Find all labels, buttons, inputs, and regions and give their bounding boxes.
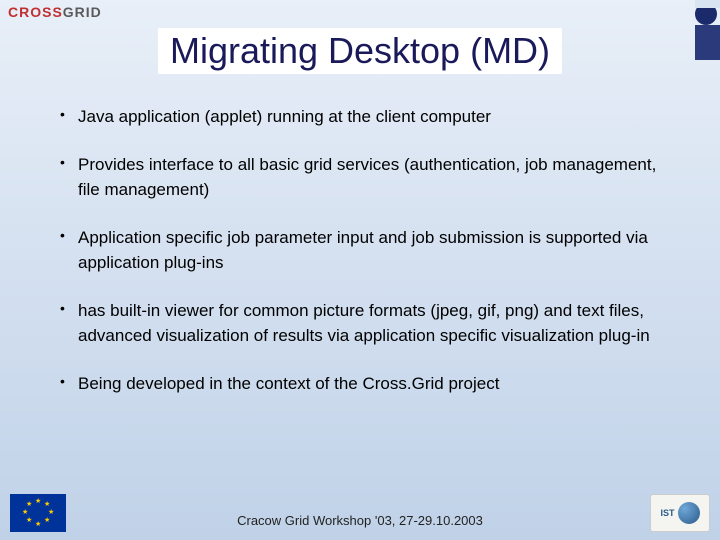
slide-title: Migrating Desktop (MD) [158, 28, 562, 74]
bullet-text: Application specific job parameter input… [78, 225, 672, 276]
bullet-dot-icon: • [60, 225, 78, 276]
logo-part1: CROSS [8, 4, 63, 20]
bullet-text: has built-in viewer for common picture f… [78, 298, 672, 349]
bullet-dot-icon: • [60, 298, 78, 349]
ist-logo: IST [650, 494, 710, 532]
logo-part2: GRID [63, 4, 102, 20]
list-item: • Java application (applet) running at t… [60, 104, 672, 130]
bullet-text: Being developed in the context of the Cr… [78, 371, 672, 397]
ist-label: IST [660, 508, 674, 518]
bullet-text: Provides interface to all basic grid ser… [78, 152, 672, 203]
corner-logo [660, 0, 720, 60]
bullet-dot-icon: • [60, 152, 78, 203]
bullet-dot-icon: • [60, 104, 78, 130]
list-item: • Provides interface to all basic grid s… [60, 152, 672, 203]
bullet-dot-icon: • [60, 371, 78, 397]
list-item: • Application specific job parameter inp… [60, 225, 672, 276]
list-item: • Being developed in the context of the … [60, 371, 672, 397]
footer-text: Cracow Grid Workshop '03, 27-29.10.2003 [0, 513, 720, 528]
globe-icon [678, 502, 700, 524]
crossgrid-logo: CROSSGRID [8, 4, 102, 20]
bullet-text: Java application (applet) running at the… [78, 104, 672, 130]
bullet-list: • Java application (applet) running at t… [0, 104, 720, 396]
list-item: • has built-in viewer for common picture… [60, 298, 672, 349]
